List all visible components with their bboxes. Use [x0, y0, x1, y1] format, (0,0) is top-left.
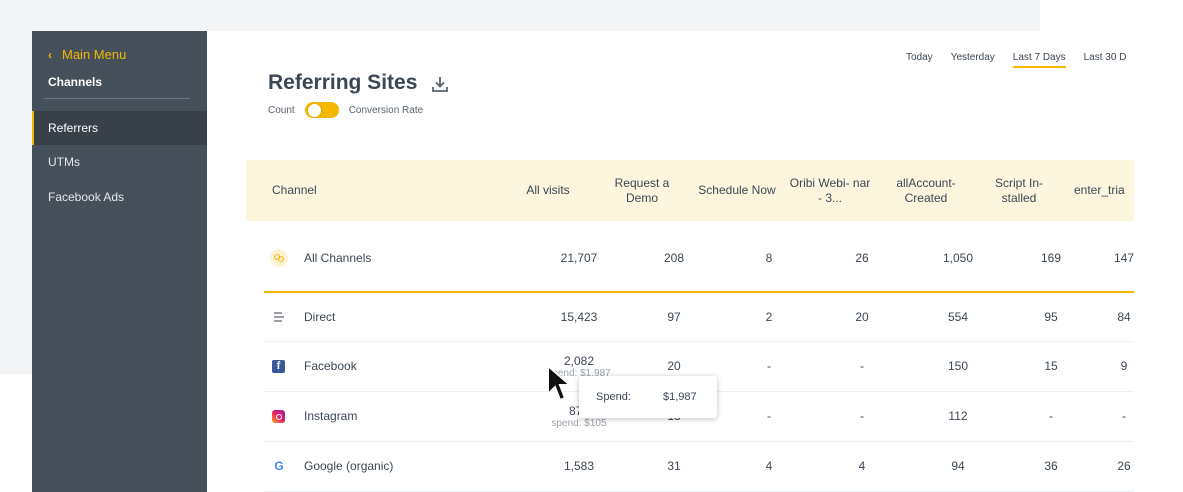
- table-row[interactable]: Direct 15,423 97 2 20 554 95 84: [264, 292, 1134, 342]
- table-row[interactable]: G Google (organic) 1,583 31 4 4 94 36 26: [264, 441, 1134, 491]
- tooltip-value: $1,987: [663, 391, 697, 403]
- cell-script-installed: 36: [1044, 459, 1058, 473]
- cell-request-demo: 31: [667, 459, 681, 473]
- column-header-oribi-webinar[interactable]: Oribi Webi- nar - 3...: [788, 160, 872, 221]
- cell-schedule-now: 8: [765, 251, 773, 265]
- toggle-conversion-rate-label: Conversion Rate: [348, 104, 424, 116]
- table-row[interactable]: All Channels 21,707 208 8 26 1,050 169 1…: [264, 233, 1134, 283]
- page-title: Referring Sites: [268, 71, 418, 94]
- date-range-tabs: Today Yesterday Last 7 Days Last 30 D: [906, 52, 1126, 68]
- cell-enter-trial: 147: [1113, 251, 1134, 265]
- cell-account-created: 554: [947, 310, 969, 324]
- page-background-corner: [1040, 0, 1183, 30]
- cell-oribi-webinar: -: [860, 359, 864, 373]
- cell-account-created: 112: [948, 409, 968, 423]
- channel-name: Instagram: [304, 409, 358, 423]
- cell-oribi-webinar: 26: [855, 251, 869, 265]
- sidebar-section-title: Channels: [48, 75, 103, 89]
- channel-name: Facebook: [304, 359, 357, 373]
- tab-yesterday[interactable]: Yesterday: [951, 52, 995, 68]
- sidebar-item-facebook-ads[interactable]: Facebook Ads: [32, 180, 207, 214]
- column-header-enter-trial[interactable]: enter_tria: [1074, 160, 1134, 221]
- direct-icon: [272, 310, 286, 324]
- cell-schedule-now: -: [767, 359, 771, 373]
- cell-account-created: 1,050: [942, 251, 974, 265]
- cell-account-created: 150: [947, 359, 969, 373]
- sidebar: ‹ Main Menu Channels Referrers UTMs Face…: [32, 31, 207, 492]
- cell-oribi-webinar: 20: [855, 310, 869, 324]
- download-icon[interactable]: [431, 75, 449, 93]
- channel-name: Direct: [304, 310, 336, 324]
- chevron-left-icon: ‹: [48, 47, 52, 62]
- cell-script-installed: 169: [1040, 251, 1062, 265]
- facebook-icon: f: [272, 360, 285, 373]
- cell-oribi-webinar: -: [860, 409, 864, 423]
- cell-oribi-webinar: 4: [858, 459, 866, 473]
- sidebar-item-utms[interactable]: UTMs: [32, 145, 207, 179]
- sidebar-item-label: UTMs: [48, 155, 80, 169]
- all-channels-icon: [270, 249, 288, 267]
- column-header-script-installed[interactable]: Script In- stalled: [984, 160, 1054, 221]
- channel-name: Google (organic): [304, 459, 394, 473]
- sidebar-item-referrers[interactable]: Referrers: [32, 111, 207, 145]
- spend-subtext: spend: $105: [551, 417, 607, 429]
- cell-script-installed: 15: [1044, 359, 1058, 373]
- google-icon: G: [274, 459, 284, 473]
- cell-all-visits: 21,707: [560, 251, 598, 265]
- channel-name: All Channels: [304, 251, 372, 265]
- column-header-request-demo[interactable]: Request a Demo: [604, 160, 680, 221]
- cell-enter-trial: 84: [1117, 310, 1131, 324]
- column-header-channel[interactable]: Channel: [272, 160, 392, 221]
- sidebar-item-label: Facebook Ads: [48, 190, 125, 204]
- cell-enter-trial: -: [1122, 409, 1126, 423]
- instagram-icon: [272, 410, 285, 423]
- metric-toggle-row: Count Conversion Rate: [268, 102, 423, 118]
- column-header-all-visits[interactable]: All visits: [514, 160, 582, 221]
- cell-all-visits: 1,583: [563, 459, 595, 473]
- tab-last-30-days[interactable]: Last 30 D: [1084, 52, 1127, 68]
- toggle-knob: [306, 103, 322, 118]
- spend-tooltip: Spend: $1,987: [579, 376, 717, 418]
- cell-request-demo: 97: [667, 310, 681, 324]
- cell-schedule-now: 4: [765, 459, 773, 473]
- column-header-schedule-now[interactable]: Schedule Now: [694, 160, 780, 221]
- cell-account-created: 94: [951, 459, 965, 473]
- sidebar-divider: [44, 98, 190, 99]
- app-window: ‹ Main Menu Channels Referrers UTMs Face…: [32, 31, 1134, 492]
- cell-enter-trial: 9: [1120, 359, 1128, 373]
- tab-today[interactable]: Today: [906, 52, 933, 68]
- cell-script-installed: 95: [1044, 310, 1058, 324]
- main-menu-label: Main Menu: [62, 47, 127, 62]
- cell-script-installed: -: [1049, 409, 1053, 423]
- cell-schedule-now: -: [767, 409, 771, 423]
- cell-enter-trial: 26: [1117, 459, 1131, 473]
- mouse-cursor-icon: [547, 364, 572, 402]
- cell-all-visits: 15,423: [560, 310, 598, 324]
- toggle-count-label: Count: [268, 104, 295, 116]
- cell-schedule-now: 2: [765, 310, 773, 324]
- count-rate-toggle[interactable]: [304, 102, 339, 118]
- table-header: Channel All visits Request a Demo Schedu…: [246, 160, 1134, 221]
- main-menu-link[interactable]: ‹ Main Menu: [48, 47, 126, 62]
- sidebar-item-label: Referrers: [48, 121, 99, 135]
- tooltip-label: Spend:: [596, 391, 631, 403]
- tab-last-7-days[interactable]: Last 7 Days: [1012, 52, 1066, 68]
- column-header-account-created[interactable]: allAccount- Created: [888, 160, 964, 221]
- cell-request-demo: 208: [663, 251, 685, 265]
